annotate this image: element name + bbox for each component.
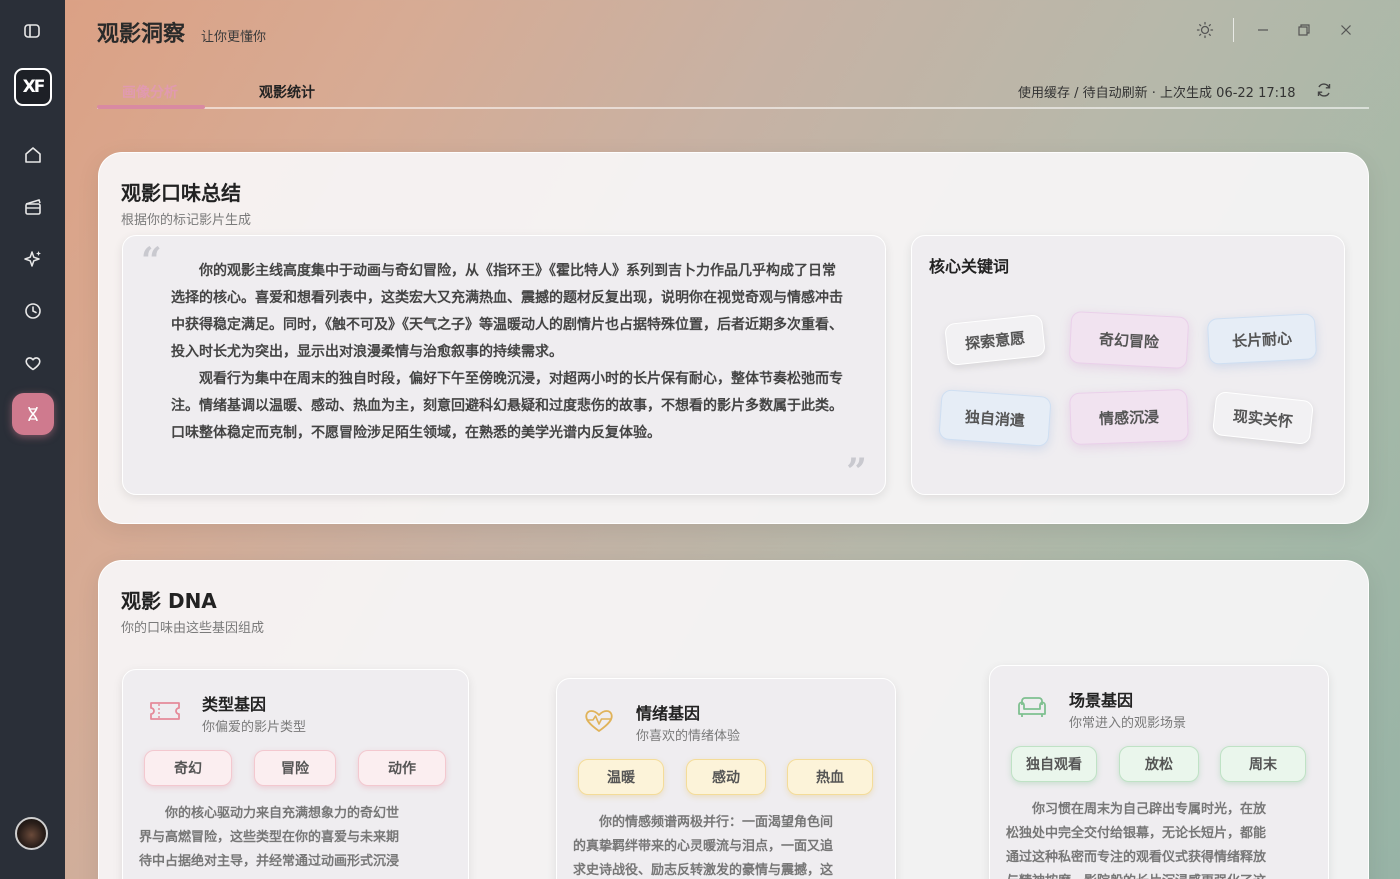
tab-portrait-analysis[interactable]: 画像分析 [122,82,178,102]
viewing-dna-card: 观影 DNA 你的口味由这些基因组成 类型基因 你偏爱的影片类型 奇幻 冒险 动… [98,560,1369,879]
refresh-button[interactable] [1314,80,1334,100]
dna-icon [28,406,38,422]
theme-toggle-button[interactable] [1193,18,1217,42]
keyword-chip: 奇幻冒险 [1068,310,1190,370]
summary-quote-box: “ 你的观影主线高度集中于动画与奇幻冒险，从《指环王》《霍比特人》系列到吉卜力作… [122,235,886,495]
genre-gene-card: 类型基因 你偏爱的影片类型 奇幻 冒险 动作 你的核心驱动力来自充满想象力的奇幻… [122,669,469,879]
gene-description: 你的核心驱动力来自充满想象力的奇幻世 界与高燃冒险，这些类型在你的喜爱与未来期 … [139,802,399,874]
heart-icon [25,357,41,371]
keyword-chip: 独自消遣 [938,389,1052,447]
minimize-icon [1258,29,1268,31]
restore-button[interactable] [1292,18,1316,42]
keywords-box: 核心关键词 探索意愿 奇幻冒险 长片耐心 独自消遣 情感沉浸 现实关怀 [911,235,1345,495]
gene-desc-line: 通过这种私密而专注的观看仪式获得情绪释放 [1006,850,1267,865]
sidebar-item-home[interactable] [12,134,54,176]
close-button[interactable] [1334,18,1358,42]
sidebar-item-movies[interactable] [12,186,54,228]
gene-chip: 热血 [787,759,873,795]
dna-title: 观影 DNA [121,589,217,613]
summary-paragraph: 你的观影主线高度集中于动画与奇幻冒险，从《指环王》《霍比特人》系列到吉卜力作品几… [171,263,843,360]
gene-chip: 奇幻 [144,750,232,786]
heartbeat-icon [582,705,616,735]
active-tab-indicator [97,105,205,109]
gene-description: 你习惯在周末为自己辟出专属时光，在放 松独处中完全交付给银幕，无论长短片，都能 … [1006,798,1266,879]
gene-chip: 动作 [358,750,446,786]
app-logo: XF [14,68,52,106]
sun-icon [1196,21,1214,39]
ticket-icon [148,696,182,726]
sidebar-item-recommend[interactable] [12,238,54,280]
gene-chip: 温暖 [578,759,664,795]
gene-desc-line: 你的核心驱动力来自充满想象力的奇幻世 [165,806,400,821]
gene-desc-line: 你习惯在周末为自己辟出专属时光，在放 [1032,802,1267,817]
gene-desc-line: 待中占据绝对主导，并经常通过动画形式沉浸 [139,854,400,869]
gene-chip: 放松 [1119,746,1199,782]
summary-text: 你的观影主线高度集中于动画与奇幻冒险，从《指环王》《霍比特人》系列到吉卜力作品几… [171,258,843,447]
gene-desc-line: 松独处中完全交付给银幕，无论长短片，都能 [1006,826,1267,841]
summary-title: 观影口味总结 [121,181,241,205]
sidebar: XF [0,0,65,879]
sofa-icon [1015,692,1049,722]
refresh-icon [1317,83,1331,97]
sidebar-toggle-icon[interactable] [22,22,42,40]
app-title: 观影洞察 [97,22,186,47]
gene-chip: 独自观看 [1011,746,1097,782]
user-avatar[interactable] [15,817,48,850]
gene-title: 场景基因 [1069,691,1134,710]
window-control-divider [1233,18,1234,42]
keyword-chip: 现实关怀 [1211,390,1315,446]
gene-desc-line: 你的情感频谱两极并行：一面渴望角色间 [599,815,834,830]
gene-desc-line: 的真挚羁绊带来的心灵暖流与泪点，一面又追 [573,839,834,854]
gene-subtitle: 你喜欢的情绪体验 [636,729,741,744]
keywords-title: 核心关键词 [929,257,1010,276]
gene-description: 你的情感频谱两极并行：一面渴望角色间 的真挚羁绊带来的心灵暖流与泪点，一面又追 … [573,811,833,879]
scene-gene-card: 场景基因 你常进入的观影场景 独自观看 放松 周末 你习惯在周末为自己辟出专属时… [989,665,1329,879]
cache-status-text: 使用缓存 / 待自动刷新 · 上次生成 06-22 17:18 [1018,86,1296,101]
emotion-gene-card: 情绪基因 你喜欢的情绪体验 温暖 感动 热血 你的情感频谱两极并行：一面渴望角色… [556,678,896,879]
keyword-chip: 长片耐心 [1206,313,1318,365]
tabs-divider [97,107,1369,109]
sidebar-item-favorites[interactable] [12,342,54,384]
gene-title: 情绪基因 [636,704,701,723]
gene-desc-line: 与精神按摩，影院般的长片沉浸感更强化了这 [1006,870,1266,879]
gene-title: 类型基因 [202,695,267,714]
dna-subtitle: 你的口味由这些基因组成 [121,621,265,636]
restore-icon [1298,24,1310,36]
summary-paragraph: 观看行为集中在周末的独自时段，偏好下午至傍晚沉浸，对超两小时的长片保有耐心，整体… [171,371,843,441]
sparkle-icon [24,251,41,267]
gene-desc-line: 求史诗战役、励志反转激发的豪情与震撼，这 [573,863,834,878]
gene-desc-line: 界与高燃冒险，这些类型在你的喜爱与未来期 [139,830,400,845]
keyword-chip: 探索意愿 [944,313,1046,367]
gene-chip: 周末 [1220,746,1306,782]
close-icon [1341,25,1351,35]
gene-chip: 感动 [686,759,766,795]
gene-chip: 冒险 [254,750,336,786]
keyword-chip: 情感沉浸 [1069,388,1189,446]
sidebar-item-history[interactable] [12,290,54,332]
close-quote-icon: ” [846,451,867,493]
app-subtitle: 让你更懂你 [201,30,267,45]
clapperboard-icon [25,199,41,215]
taste-summary-card: 观影口味总结 根据你的标记影片生成 “ 你的观影主线高度集中于动画与奇幻冒险，从… [98,152,1369,524]
sidebar-item-dna[interactable] [12,393,54,435]
summary-subtitle: 根据你的标记影片生成 [121,213,252,228]
minimize-button[interactable] [1251,18,1275,42]
home-icon [25,147,41,163]
clock-icon [25,303,41,319]
gene-subtitle: 你偏爱的影片类型 [202,720,307,735]
tab-viewing-stats[interactable]: 观影统计 [259,82,315,102]
gene-subtitle: 你常进入的观影场景 [1069,716,1187,731]
open-quote-icon: “ [141,240,162,282]
